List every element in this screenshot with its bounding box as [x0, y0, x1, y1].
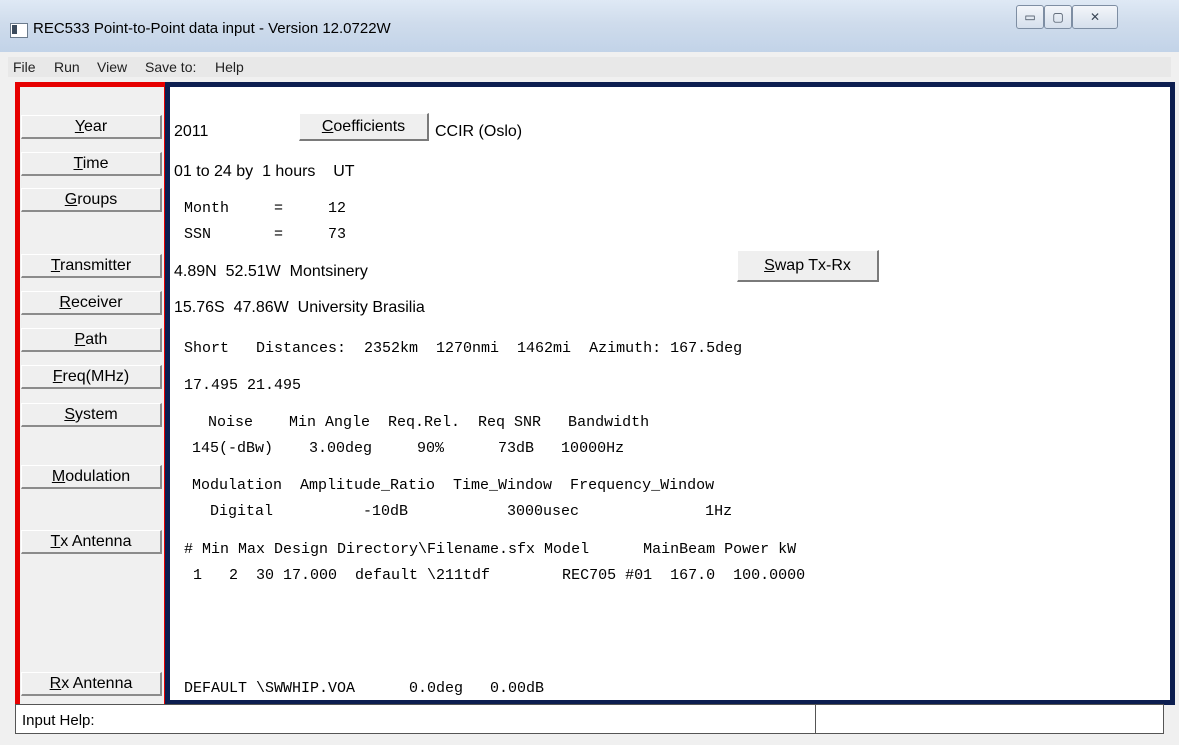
rx-antenna-button[interactable]: Rx Antenna: [21, 672, 162, 696]
menu-run[interactable]: Run: [54, 59, 80, 75]
menu-save-to[interactable]: Save to:: [145, 59, 196, 75]
year-button[interactable]: Year: [21, 115, 162, 139]
menu-bar: File Run View Save to: Help: [8, 57, 1171, 77]
tx-antenna-button-accel: T: [50, 533, 61, 550]
close-button[interactable]: ✕: [1072, 5, 1118, 29]
tx-antenna-row: 1 2 30 17.000 default \211tdf REC705 #01…: [184, 567, 806, 584]
menu-help[interactable]: Help: [215, 59, 244, 75]
month-value: Month = 12: [184, 200, 347, 217]
system-values: 145(-dBw) 3.00deg 90% 73dB 10000Hz: [192, 440, 625, 457]
menu-file[interactable]: File: [13, 59, 36, 75]
path-button-accel: P: [74, 331, 86, 348]
system-button-accel: S: [64, 406, 75, 423]
coefficients-button-accel: C: [321, 118, 334, 135]
modulation-values: Digital -10dB 3000usec 1Hz: [192, 503, 733, 520]
rx-antenna-value: DEFAULT \SWWHIP.VOA 0.0deg 0.00dB: [184, 680, 545, 697]
year-button-accel: Y: [74, 118, 85, 135]
freq-value: 17.495 21.495: [184, 377, 302, 394]
swap-button-label: wap Tx-Rx: [774, 257, 851, 274]
system-button-label: ystem: [75, 406, 118, 423]
year-button-label: ear: [84, 118, 108, 135]
ssn-value: SSN = 73: [184, 226, 347, 243]
status-divider: [815, 705, 816, 733]
menu-view[interactable]: View: [97, 59, 127, 75]
groups-button-accel: G: [64, 191, 78, 208]
app-icon: [10, 23, 28, 38]
system-header: Noise Min Angle Req.Rel. Req SNR Bandwid…: [190, 414, 650, 431]
groups-button-label: roups: [77, 191, 118, 208]
path-button[interactable]: Path: [21, 328, 162, 352]
groups-button[interactable]: Groups: [21, 188, 162, 212]
modulation-button-label: odulation: [65, 468, 131, 485]
rx-antenna-button-accel: R: [49, 675, 62, 692]
app-window: REC533 Point-to-Point data input - Versi…: [0, 0, 1179, 745]
title-bar: REC533 Point-to-Point data input - Versi…: [0, 0, 1179, 52]
path-button-label: ath: [85, 331, 108, 348]
receiver-button[interactable]: Receiver: [21, 291, 162, 315]
transmitter-button-label: ransmitter: [60, 257, 132, 274]
transmitter-button-accel: T: [50, 257, 61, 274]
receiver-button-label: eceiver: [70, 294, 123, 311]
system-button[interactable]: System: [21, 403, 162, 427]
window-title: REC533 Point-to-Point data input - Versi…: [33, 20, 391, 37]
sidebar: Year Time Groups Transmitter Receiver Pa…: [15, 82, 169, 709]
maximize-button[interactable]: ▢: [1044, 5, 1072, 29]
main-panel: 2011 Coefficients CCIR (Oslo) 01 to 24 b…: [165, 82, 1175, 705]
status-bar: Input Help:: [15, 704, 1164, 734]
tx-antenna-button-label: x Antenna: [60, 533, 132, 550]
modulation-button[interactable]: Modulation: [21, 465, 162, 489]
freq-button[interactable]: Freq(MHz): [21, 365, 162, 389]
rx-antenna-button-label: x Antenna: [61, 675, 133, 692]
swap-button-accel: S: [764, 257, 775, 274]
year-value: 2011: [174, 123, 209, 140]
tx-antenna-header: # Min Max Design Directory\Filename.sfx …: [184, 541, 797, 558]
minimize-button[interactable]: ▭: [1016, 5, 1044, 29]
time-button[interactable]: Time: [21, 152, 162, 176]
input-help-label: Input Help:: [22, 712, 95, 729]
freq-button-label: req(MHz): [62, 368, 130, 385]
path-value: Short Distances: 2352km 1270nmi 1462mi A…: [184, 340, 743, 357]
coefficients-value: CCIR (Oslo): [435, 123, 523, 140]
coefficients-button[interactable]: Coefficients: [299, 113, 429, 141]
transmitter-value: 4.89N 52.51W Montsinery: [174, 263, 368, 280]
tx-antenna-button[interactable]: Tx Antenna: [21, 530, 162, 554]
coefficients-button-label: oefficients: [333, 118, 406, 135]
modulation-button-accel: M: [51, 468, 66, 485]
freq-button-accel: F: [52, 368, 63, 385]
time-button-label: ime: [82, 155, 109, 172]
time-button-accel: T: [73, 155, 83, 172]
receiver-button-accel: R: [59, 294, 71, 311]
swap-tx-rx-button[interactable]: Swap Tx-Rx: [737, 250, 879, 282]
modulation-header: Modulation Amplitude_Ratio Time_Window F…: [192, 477, 715, 494]
transmitter-button[interactable]: Transmitter: [21, 254, 162, 278]
receiver-value: 15.76S 47.86W University Brasilia: [174, 299, 425, 316]
time-value: 01 to 24 by 1 hours UT: [174, 163, 355, 180]
